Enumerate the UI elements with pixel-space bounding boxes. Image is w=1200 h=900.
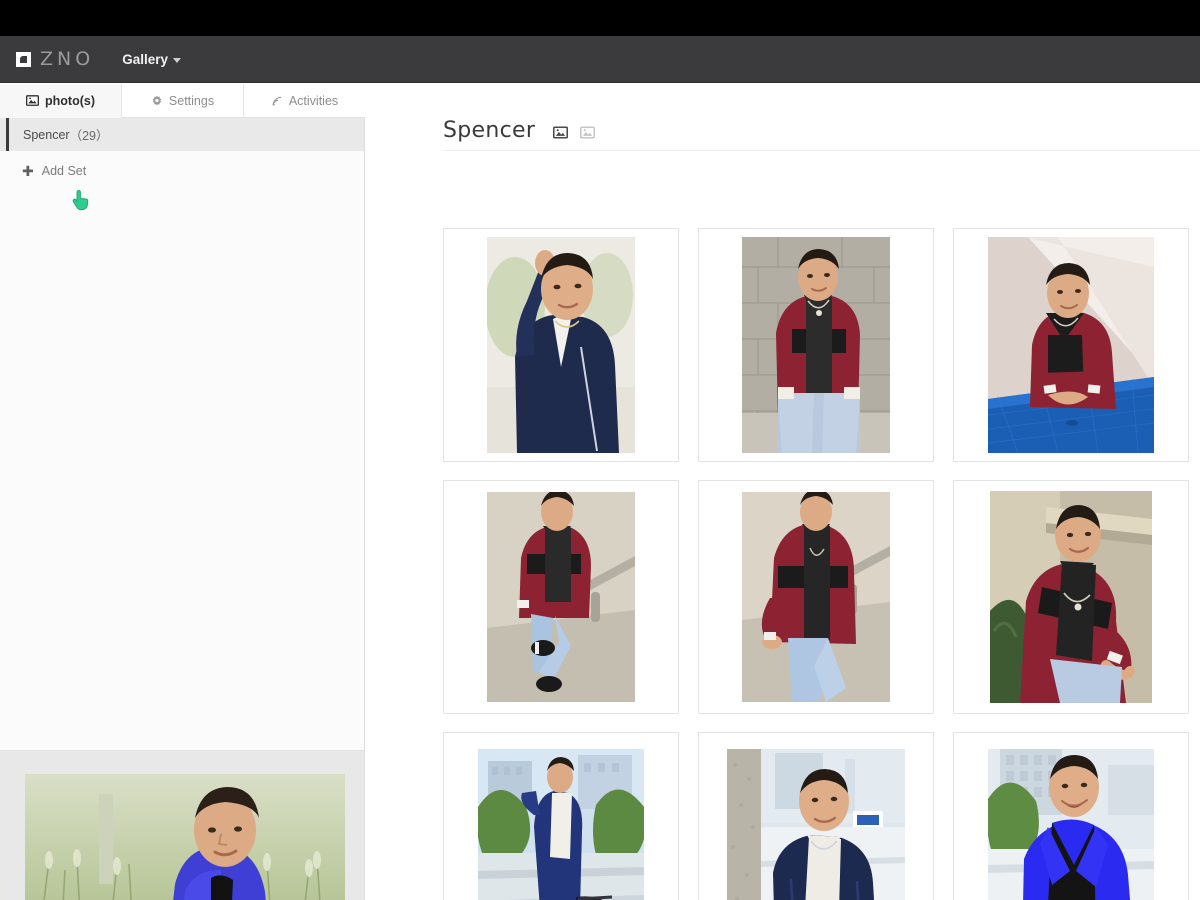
browser-chrome-strip xyxy=(0,0,1200,36)
photo-card[interactable] xyxy=(443,480,679,714)
sidebar-item-spencer[interactable]: Spencer （29） xyxy=(0,118,364,151)
sidebar-tabs: photo(s) Settings Activities xyxy=(0,84,365,118)
title-divider xyxy=(443,150,1200,151)
photo-thumbnail xyxy=(988,749,1154,900)
set-count: （29） xyxy=(69,129,109,143)
photo-card[interactable] xyxy=(443,732,679,900)
add-set-label: Add Set xyxy=(41,164,87,178)
gallery-menu[interactable]: Gallery xyxy=(122,52,181,67)
tab-photos[interactable]: photo(s) xyxy=(0,84,122,118)
photo-card[interactable] xyxy=(953,480,1189,714)
photo-thumbnail xyxy=(742,492,890,702)
photo-card[interactable] xyxy=(953,228,1189,462)
zno-square-logo-icon[interactable] xyxy=(16,51,31,67)
photo-thumbnail xyxy=(990,491,1152,703)
zno-logo-text[interactable]: ZNO xyxy=(40,49,94,69)
photo-grid xyxy=(443,228,1200,900)
tab-settings-label: Settings xyxy=(168,93,215,108)
photo-preview-panel[interactable] xyxy=(0,750,365,900)
photo-card[interactable] xyxy=(698,480,934,714)
image-icon xyxy=(26,94,39,107)
add-set-button[interactable]: ✚ Add Set xyxy=(0,155,364,187)
photo-thumbnail xyxy=(487,237,635,453)
photo-card[interactable] xyxy=(698,228,934,462)
photo-thumbnail xyxy=(478,749,644,900)
photo-thumbnail xyxy=(742,237,890,453)
gear-icon xyxy=(151,95,163,107)
main-header: Spencer xyxy=(365,84,1200,143)
gallery-menu-label: Gallery xyxy=(122,51,168,67)
rss-icon xyxy=(271,95,283,107)
photo-card[interactable] xyxy=(953,732,1189,900)
sidebar: Spencer （29） ✚ Add Set xyxy=(0,118,365,750)
tab-settings[interactable]: Settings xyxy=(122,84,244,118)
tab-activities[interactable]: Activities xyxy=(244,84,365,118)
photo-thumbnail xyxy=(487,492,635,702)
page-title: Spencer xyxy=(443,118,536,143)
photo-thumbnail xyxy=(988,237,1154,453)
photo-card[interactable] xyxy=(698,732,934,900)
grid-view-icon[interactable] xyxy=(553,125,569,140)
header-view-icons xyxy=(553,125,596,140)
main-content: Spencer xyxy=(365,84,1200,900)
preview-photo xyxy=(25,774,345,900)
set-name: Spencer xyxy=(23,127,70,142)
image-preview-icon[interactable] xyxy=(580,125,596,140)
photo-thumbnail xyxy=(727,749,905,900)
photo-card[interactable] xyxy=(443,228,679,462)
tab-photos-label: photo(s) xyxy=(45,93,95,108)
app-navbar: ZNO Gallery xyxy=(0,36,1200,83)
tab-activities-label: Activities xyxy=(288,93,339,108)
plus-icon: ✚ xyxy=(22,163,34,179)
chevron-down-icon xyxy=(172,57,181,63)
